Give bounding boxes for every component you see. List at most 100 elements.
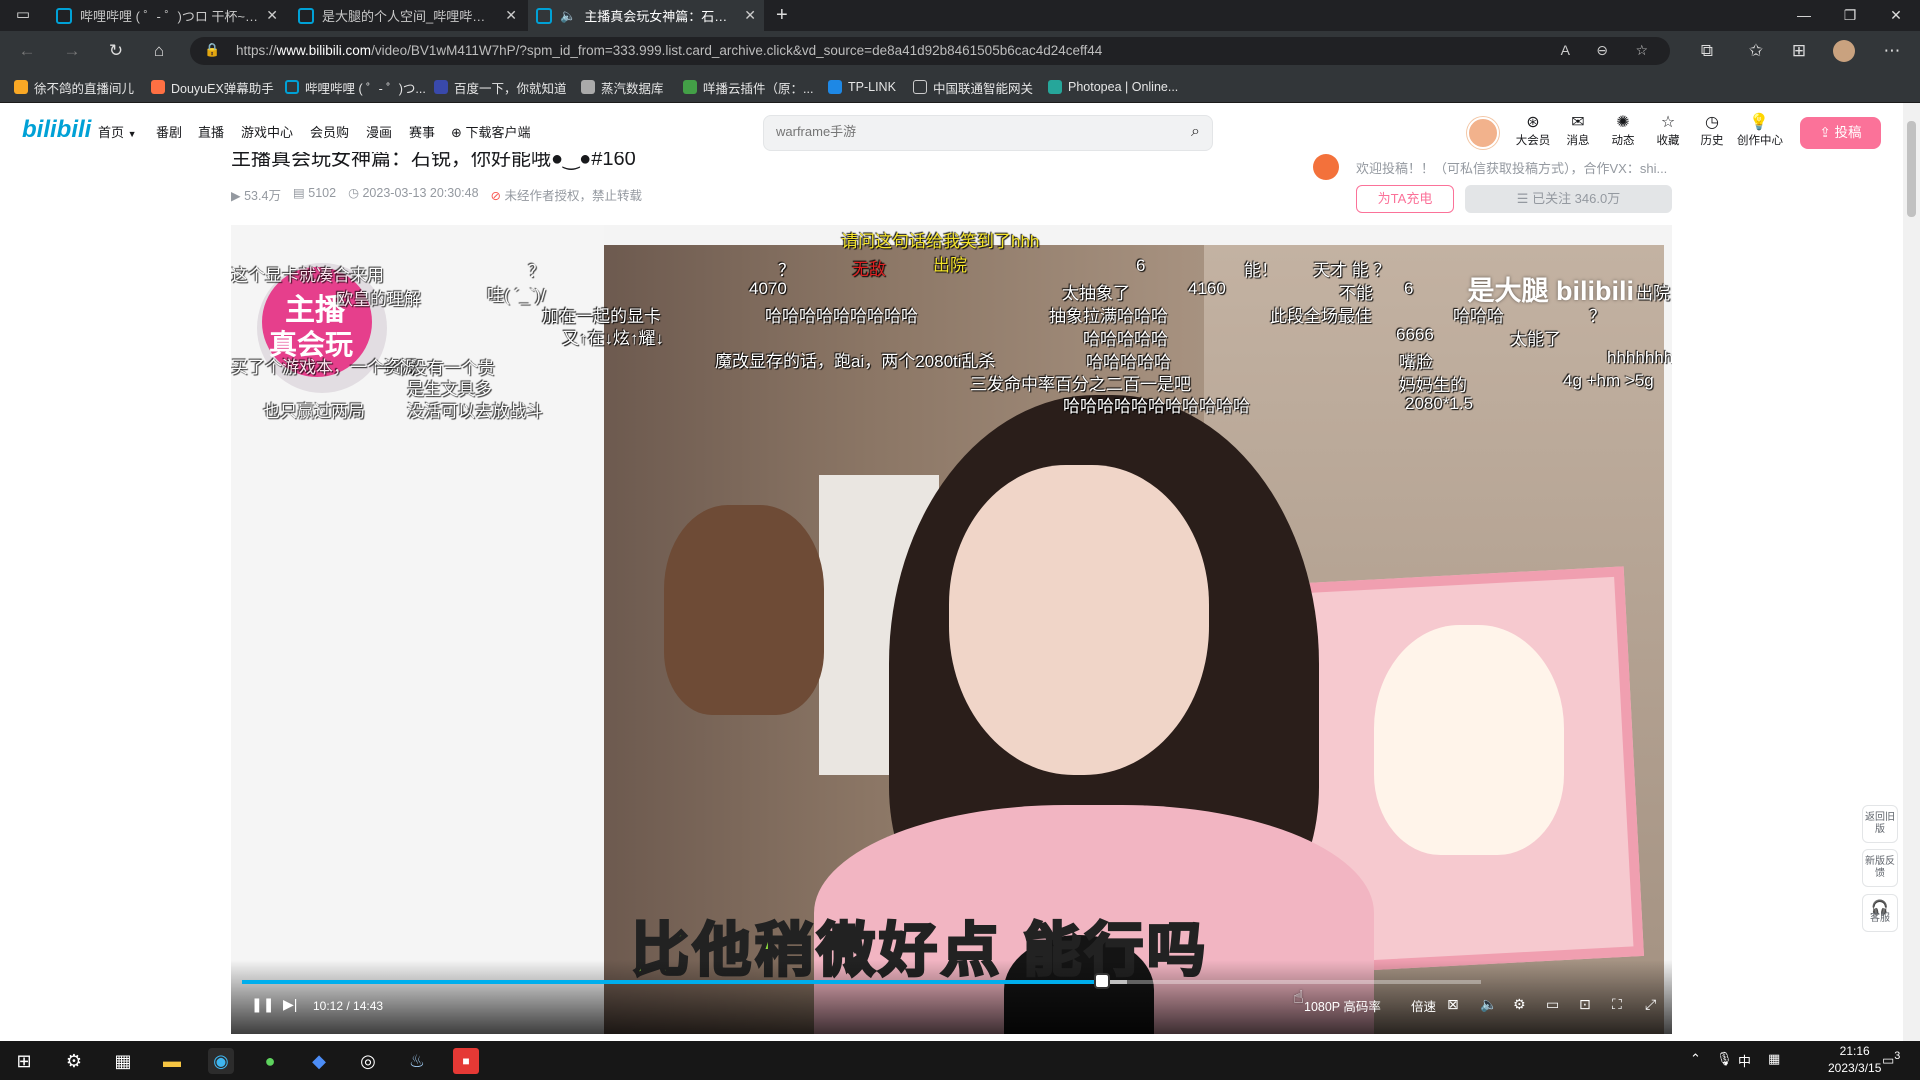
header-creator-center[interactable]: 💡 创作中心 bbox=[1737, 112, 1783, 148]
fullscreen-icon[interactable]: ⤢ bbox=[1645, 996, 1656, 1013]
web-fullscreen-icon[interactable]: ⛶ bbox=[1612, 996, 1622, 1013]
red-app-icon[interactable]: ■ bbox=[453, 1048, 479, 1074]
microphone-icon[interactable]: 🎙 bbox=[1716, 1051, 1733, 1067]
bookmark-item[interactable]: 百度一下，你就知道 bbox=[434, 71, 567, 103]
progress-handle[interactable] bbox=[1093, 973, 1110, 989]
settings-icon[interactable]: ⚙ bbox=[61, 1048, 87, 1074]
next-button[interactable]: ▶| bbox=[283, 996, 297, 1013]
bookmark-item[interactable]: 咩播云插件（原：... bbox=[683, 71, 813, 103]
video-player[interactable]: 主播 真会玩 是大腿 bilibili 比他稍微好点 能行吗 这个显卡就凑合来用… bbox=[231, 225, 1672, 1034]
header-dynamics[interactable]: ✺ 动态 bbox=[1601, 112, 1645, 148]
bookmark-item[interactable]: Photopea | Online... bbox=[1048, 71, 1178, 103]
side-feedback[interactable]: 新版反馈 bbox=[1862, 849, 1898, 887]
taskbar-clock[interactable]: 21:16 2023/3/15 bbox=[1828, 1043, 1881, 1077]
forward-icon[interactable]: → bbox=[61, 40, 83, 62]
side-customer-service[interactable]: 🎧 客服 bbox=[1862, 894, 1898, 932]
follow-button[interactable]: ☰ 已关注 346.0万 bbox=[1465, 185, 1672, 213]
subtitle-off-icon[interactable]: ⊠ bbox=[1447, 996, 1459, 1013]
notification-center[interactable]: ▭3 bbox=[1882, 1050, 1900, 1068]
bookmark-item[interactable]: 蒸汽数据库 bbox=[581, 71, 664, 103]
bookmark-item[interactable]: DouyuEX弹幕助手 bbox=[151, 71, 274, 103]
nav-home[interactable]: 首页 ▼ bbox=[98, 122, 137, 141]
lock-icon[interactable]: 🔒 bbox=[204, 42, 220, 58]
back-icon[interactable]: ← bbox=[16, 40, 38, 62]
header-favorites[interactable]: ☆ 收藏 bbox=[1646, 112, 1690, 148]
steam-icon[interactable]: ♨ bbox=[404, 1048, 430, 1074]
nav-anime[interactable]: 番剧 bbox=[156, 122, 182, 141]
restore-icon[interactable]: ❐ bbox=[1827, 0, 1873, 31]
close-tab-icon[interactable]: ✕ bbox=[266, 7, 278, 24]
green-app-icon[interactable]: ● bbox=[257, 1048, 283, 1074]
nav-download-client[interactable]: ⊕ 下载客户端 bbox=[451, 122, 531, 141]
zoom-icon[interactable]: ⊖ bbox=[1596, 42, 1608, 59]
quality-button[interactable]: 1080P 高码率 bbox=[1304, 996, 1381, 1015]
widescreen-icon[interactable]: ⊡ bbox=[1579, 996, 1591, 1013]
tray-overflow-icon[interactable]: ⌃ bbox=[1690, 1051, 1701, 1067]
uploader-avatar[interactable] bbox=[1313, 154, 1339, 180]
bookmark-item[interactable]: 哔哩哔哩 ( ゜- ゜)つ... bbox=[285, 71, 426, 103]
windows-start-icon[interactable]: ⊞ bbox=[11, 1048, 37, 1074]
header-vip[interactable]: ⊛ 大会员 bbox=[1511, 112, 1555, 148]
page-scrollbar[interactable] bbox=[1903, 103, 1920, 1041]
user-avatar[interactable] bbox=[1467, 117, 1499, 149]
bookmark-item[interactable]: 徐不鸽的直播间儿 bbox=[14, 71, 134, 103]
search-icon[interactable]: ⌕ bbox=[1191, 123, 1200, 141]
close-window-icon[interactable]: ✕ bbox=[1873, 0, 1919, 31]
address-bar[interactable]: 🔒 https://www.bilibili.com/video/BV1wM41… bbox=[190, 37, 1670, 65]
speed-button[interactable]: 倍速 bbox=[1411, 996, 1436, 1015]
favorites-icon[interactable]: ✩ bbox=[1745, 40, 1767, 62]
home-icon[interactable]: ⌂ bbox=[148, 40, 170, 62]
clock-time: 21:16 bbox=[1839, 1044, 1870, 1058]
minimize-icon[interactable]: — bbox=[1781, 0, 1827, 31]
danmaku-item: 请问这句话给我笑到了hhh bbox=[841, 232, 1040, 251]
side-back-to-old-version[interactable]: 返回旧版 bbox=[1862, 805, 1898, 843]
tab-actions-icon[interactable]: ▭ bbox=[12, 4, 34, 26]
close-tab-icon[interactable]: ✕ bbox=[505, 7, 517, 24]
danmaku-item: 没活可以去放战斗 bbox=[407, 402, 543, 421]
nav-manga[interactable]: 漫画 bbox=[366, 122, 392, 141]
scrollbar-thumb[interactable] bbox=[1907, 121, 1916, 217]
browser-tab-active[interactable]: 🔈 主播真会玩女神篇：石锐。 ✕ bbox=[528, 0, 764, 31]
settings-more-icon[interactable]: ⋯ bbox=[1881, 40, 1903, 62]
extensions-icon[interactable]: ⧉ bbox=[1696, 40, 1718, 62]
url-text[interactable]: https://www.bilibili.com/video/BV1wM411W… bbox=[236, 43, 1102, 58]
upload-button[interactable]: ⇪ 投稿 bbox=[1800, 117, 1881, 149]
blue-app-icon[interactable]: ◆ bbox=[306, 1048, 332, 1074]
file-explorer-icon[interactable]: ▬ bbox=[159, 1048, 185, 1074]
progress-bar[interactable] bbox=[242, 973, 1481, 989]
read-aloud-icon[interactable]: A bbox=[1561, 42, 1570, 58]
add-favorite-icon[interactable]: ☆ bbox=[1635, 42, 1648, 59]
calculator-icon[interactable]: ▦ bbox=[110, 1048, 136, 1074]
bilibili-page: bilibili 首页 ▼ 番剧 直播 游戏中心 会员购 漫画 赛事 ⊕ 下载客… bbox=[0, 103, 1920, 1080]
speaker-icon[interactable]: 🔈 bbox=[560, 8, 576, 24]
nav-live[interactable]: 直播 bbox=[198, 122, 224, 141]
picture-in-picture-icon[interactable]: ▭ bbox=[1546, 996, 1559, 1013]
edge-browser-icon[interactable]: ◉ bbox=[208, 1048, 234, 1074]
header-messages[interactable]: ✉ 消息 bbox=[1556, 112, 1600, 148]
header-icon-label: 动态 bbox=[1611, 135, 1635, 147]
header-history[interactable]: ◷ 历史 bbox=[1690, 112, 1734, 148]
keyboard-layout-icon[interactable]: ▦ bbox=[1768, 1051, 1780, 1067]
profile-avatar[interactable] bbox=[1833, 40, 1855, 62]
volume-icon[interactable]: 🔈 bbox=[1480, 996, 1497, 1013]
nav-game-center[interactable]: 游戏中心 bbox=[241, 122, 293, 141]
chevron-down-icon: ▼ bbox=[127, 129, 137, 139]
nav-mall[interactable]: 会员购 bbox=[310, 122, 349, 141]
close-tab-icon[interactable]: ✕ bbox=[744, 7, 756, 24]
bookmark-item[interactable]: TP-LINK bbox=[828, 71, 896, 103]
browser-tab[interactable]: 是大腿的个人空间_哔哩哔哩_bili ✕ bbox=[290, 0, 525, 31]
bookmark-item[interactable]: 中国联通智能网关 bbox=[913, 71, 1033, 103]
search-input[interactable] bbox=[776, 124, 1166, 139]
input-language[interactable]: 中 bbox=[1738, 1051, 1751, 1070]
browser-tab[interactable]: 哔哩哔哩 ( ゜- ゜)つロ 干杯~-bili ✕ bbox=[48, 0, 286, 31]
new-tab-button[interactable]: + bbox=[768, 0, 798, 31]
reload-icon[interactable]: ↻ bbox=[105, 40, 127, 62]
charge-button[interactable]: 为TA充电 bbox=[1356, 185, 1454, 213]
nav-esports[interactable]: 赛事 bbox=[409, 122, 435, 141]
obs-icon[interactable]: ◎ bbox=[355, 1048, 381, 1074]
pause-button[interactable]: ❚❚ bbox=[251, 996, 274, 1013]
bilibili-logo[interactable]: bilibili bbox=[22, 116, 91, 144]
settings-icon[interactable]: ⚙ bbox=[1513, 996, 1526, 1013]
collections-icon[interactable]: ⊞ bbox=[1788, 40, 1810, 62]
danmaku-item: 这个显卡就凑合来用 bbox=[231, 266, 384, 285]
